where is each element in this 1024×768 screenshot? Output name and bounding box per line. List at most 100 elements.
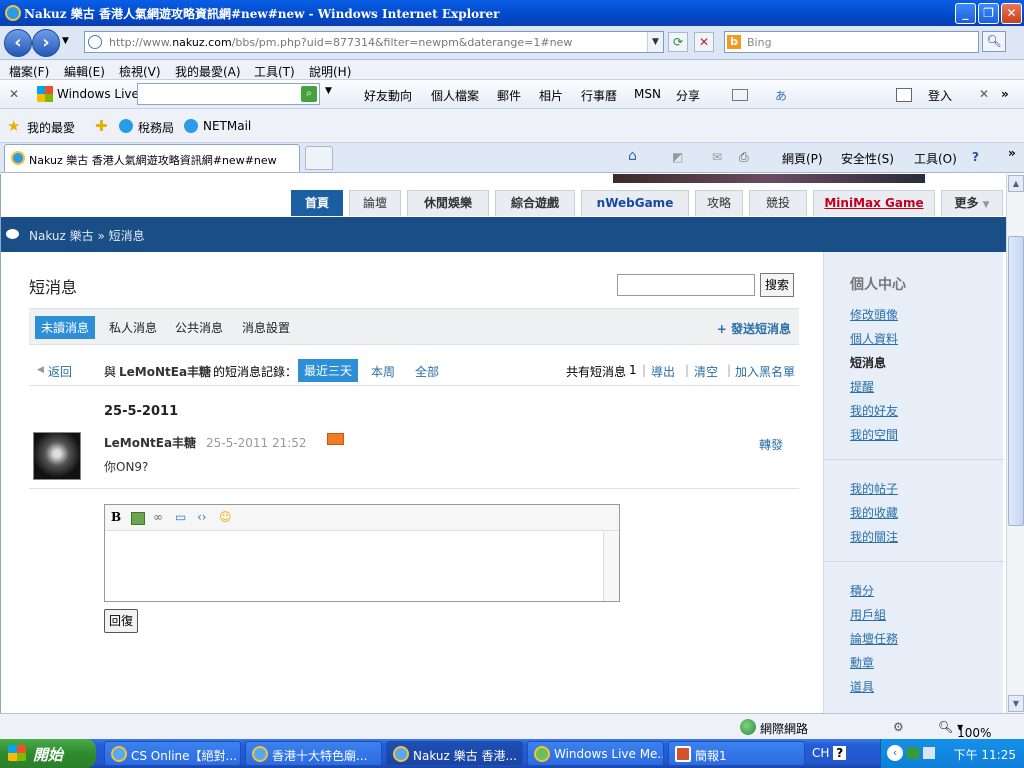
- sidebar-item-points[interactable]: 積分: [850, 582, 874, 599]
- start-button[interactable]: 開始: [0, 739, 96, 768]
- live-item-calendar[interactable]: 行事曆: [581, 87, 617, 104]
- network-icon[interactable]: [907, 747, 919, 759]
- window-icon[interactable]: [732, 89, 748, 101]
- sidebar-item-props[interactable]: 道具: [850, 678, 874, 695]
- live-search-go-icon[interactable]: ⌕: [301, 86, 317, 102]
- url-text[interactable]: http://www.nakuz.com/bbs/pm.php?uid=8773…: [109, 36, 572, 49]
- zoom-level[interactable]: 🔍︎ 100% ▾: [938, 720, 991, 740]
- taskbar-item[interactable]: 簡報1: [668, 741, 805, 766]
- editor-scrollbar[interactable]: [603, 531, 619, 601]
- quote-icon[interactable]: ▭: [175, 510, 186, 524]
- refresh-icon[interactable]: ⟳: [668, 32, 688, 52]
- feeds-icon[interactable]: ◩: [672, 150, 683, 164]
- nav-games[interactable]: 綜合遊戲: [495, 190, 575, 216]
- tab-public[interactable]: 公共消息: [175, 319, 223, 336]
- windows-live-brand[interactable]: Windows Live: [57, 87, 139, 101]
- menu-help[interactable]: 說明(H): [309, 63, 351, 80]
- taskbar-item[interactable]: 香港十大特色廟...: [245, 741, 382, 766]
- sidebar-item-posts[interactable]: 我的帖子: [850, 480, 898, 497]
- nav-bidding[interactable]: 競投: [749, 190, 807, 216]
- fav-link-tax[interactable]: 稅務局: [138, 119, 174, 136]
- new-tab-button[interactable]: [305, 146, 333, 170]
- tray-icon[interactable]: [923, 747, 935, 759]
- avatar[interactable]: [33, 432, 81, 480]
- smiley-icon[interactable]: ☺: [219, 510, 232, 524]
- tools-menu[interactable]: 工具(O): [914, 150, 957, 167]
- pm-search-button[interactable]: 搜索: [760, 273, 794, 297]
- nav-more[interactable]: 更多 ▼: [941, 190, 1003, 216]
- blacklist-link[interactable]: 加入黑名單: [735, 363, 795, 380]
- sidebar-item-notifications[interactable]: 提醒: [850, 378, 874, 395]
- safety-menu[interactable]: 安全性(S): [841, 150, 894, 167]
- minimize-button[interactable]: _: [955, 3, 976, 24]
- menu-edit[interactable]: 編輯(E): [64, 63, 105, 80]
- range-all[interactable]: 全部: [415, 363, 439, 380]
- tab-private[interactable]: 私人消息: [109, 319, 157, 336]
- print-icon[interactable]: ⎙: [739, 150, 749, 165]
- taskbar-item[interactable]: CS Online【絕對...: [104, 741, 241, 766]
- menu-favorites[interactable]: 我的最愛(A): [175, 63, 241, 80]
- export-link[interactable]: 導出: [651, 363, 675, 380]
- home-icon[interactable]: ⌂: [628, 148, 637, 164]
- nav-nwebgame[interactable]: nWebGame: [581, 190, 689, 216]
- bold-button[interactable]: B: [111, 510, 121, 524]
- page-menu[interactable]: 網頁(P): [782, 150, 823, 167]
- browser-tab-active[interactable]: Nakuz 樂古 香港人氣網遊攻略資訊網#new#new: [4, 144, 300, 172]
- sidebar-item-tasks[interactable]: 論壇任務: [850, 630, 898, 647]
- sidebar-item-avatar[interactable]: 修改頭像: [850, 306, 898, 323]
- with-user[interactable]: LeMoNtEa丰糖: [119, 363, 211, 380]
- search-box[interactable]: b Bing: [724, 31, 979, 53]
- live-item-mail[interactable]: 郵件: [497, 87, 521, 104]
- link-icon[interactable]: ∞: [153, 510, 163, 524]
- help-icon[interactable]: ?: [972, 150, 979, 164]
- clock[interactable]: 下午 11:25: [954, 746, 1016, 763]
- sidebar-item-usergroup[interactable]: 用戶組: [850, 606, 886, 623]
- breadcrumb[interactable]: Nakuz 樂古 » 短消息: [29, 227, 145, 244]
- close-window-button[interactable]: ✕: [1001, 3, 1022, 24]
- live-search-dropdown-icon[interactable]: ▼: [325, 86, 332, 96]
- menu-file[interactable]: 檔案(F): [9, 63, 49, 80]
- sidebar-item-space[interactable]: 我的空間: [850, 426, 898, 443]
- code-icon[interactable]: ‹›: [197, 510, 207, 524]
- menu-tools[interactable]: 工具(T): [254, 63, 295, 80]
- nav-guides[interactable]: 攻略: [695, 190, 743, 216]
- back-link[interactable]: 返回: [48, 363, 72, 380]
- scrollbar-thumb[interactable]: [1008, 236, 1024, 526]
- stop-icon[interactable]: ✕: [694, 32, 714, 52]
- forward-link[interactable]: 轉發: [759, 436, 783, 453]
- restore-button[interactable]: ❐: [978, 3, 999, 24]
- search-go-icon[interactable]: 🔍︎: [982, 31, 1006, 52]
- recent-pages-dropdown-icon[interactable]: ▼: [62, 36, 69, 46]
- live-item-friends[interactable]: 好友動向: [364, 87, 412, 104]
- live-item-msn[interactable]: MSN: [634, 87, 661, 101]
- taskbar-item-active[interactable]: Nakuz 樂古 香港...: [386, 741, 523, 766]
- favorites-star-icon[interactable]: ★: [7, 117, 20, 135]
- reply-button[interactable]: 回復: [104, 609, 138, 633]
- more-commands-icon[interactable]: »: [1008, 146, 1016, 160]
- fav-link-netmail[interactable]: NETMail: [203, 119, 251, 133]
- page-scrollbar[interactable]: ▲ ▼: [1006, 174, 1024, 713]
- tray-arrow-icon[interactable]: ‹: [887, 745, 903, 761]
- live-search-input[interactable]: ⌕: [137, 83, 320, 105]
- tab-settings[interactable]: 消息設置: [242, 319, 290, 336]
- address-dropdown-icon[interactable]: ▼: [647, 32, 663, 52]
- favorites-label[interactable]: 我的最愛: [27, 119, 75, 136]
- add-favorite-icon[interactable]: ✚: [95, 117, 108, 135]
- live-item-share[interactable]: 分享: [676, 87, 700, 104]
- sidebar-item-following[interactable]: 我的關注: [850, 528, 898, 545]
- sidebar-item-profile[interactable]: 個人資料: [850, 330, 898, 347]
- sidebar-item-messages[interactable]: 短消息: [850, 354, 886, 371]
- image-icon[interactable]: [131, 512, 145, 525]
- close-toolbar-icon[interactable]: ✕: [9, 87, 19, 101]
- sidebar-item-friends[interactable]: 我的好友: [850, 402, 898, 419]
- read-mail-icon[interactable]: ✉: [712, 150, 722, 164]
- zone-label[interactable]: 網際網路: [760, 720, 808, 737]
- more-chevron-icon[interactable]: »: [1001, 87, 1009, 101]
- forward-button[interactable]: ›: [32, 29, 60, 57]
- live-item-photos[interactable]: 相片: [539, 87, 563, 104]
- range-3days[interactable]: 最近三天: [298, 359, 359, 382]
- menu-view[interactable]: 檢視(V): [119, 63, 161, 80]
- scroll-up-icon[interactable]: ▲: [1008, 175, 1024, 192]
- pm-search-input[interactable]: [617, 274, 755, 296]
- protected-mode-icon[interactable]: ⚙: [893, 720, 904, 734]
